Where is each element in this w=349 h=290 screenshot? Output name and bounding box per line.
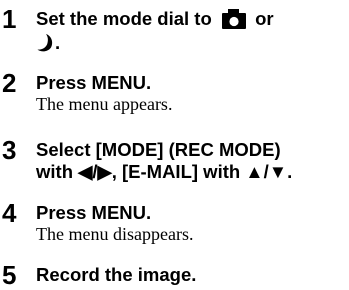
- step-description: The menu appears.: [36, 94, 173, 114]
- step-title: Record the image.: [36, 264, 197, 285]
- step-title-period: .: [55, 31, 61, 53]
- step-number: 4: [2, 198, 17, 228]
- step-number: 3: [2, 135, 17, 165]
- step-description: The menu disappears.: [36, 224, 194, 244]
- step-title-text: Set the mode dial to: [36, 8, 212, 29]
- step-title: Press MENU.: [36, 202, 152, 223]
- step-title-line1: Select [MODE] (REC MODE): [36, 139, 281, 160]
- step-title: Set the mode dial to or .: [36, 8, 274, 55]
- step-title-text: or: [255, 8, 274, 29]
- step-title: Press MENU.: [36, 72, 152, 93]
- step-number: 5: [2, 260, 17, 290]
- camera-mode-icon: [221, 8, 246, 29]
- step-title: Select [MODE] (REC MODE) with ◀/▶, [E-MA…: [36, 139, 292, 183]
- step-title-line2: with ◀/▶, [E-MAIL] with ▲/▼.: [36, 161, 293, 182]
- step-number: 1: [2, 4, 17, 34]
- step-title-line2: .: [36, 32, 274, 55]
- night-mode-icon: [37, 33, 53, 52]
- step-number: 2: [2, 68, 17, 98]
